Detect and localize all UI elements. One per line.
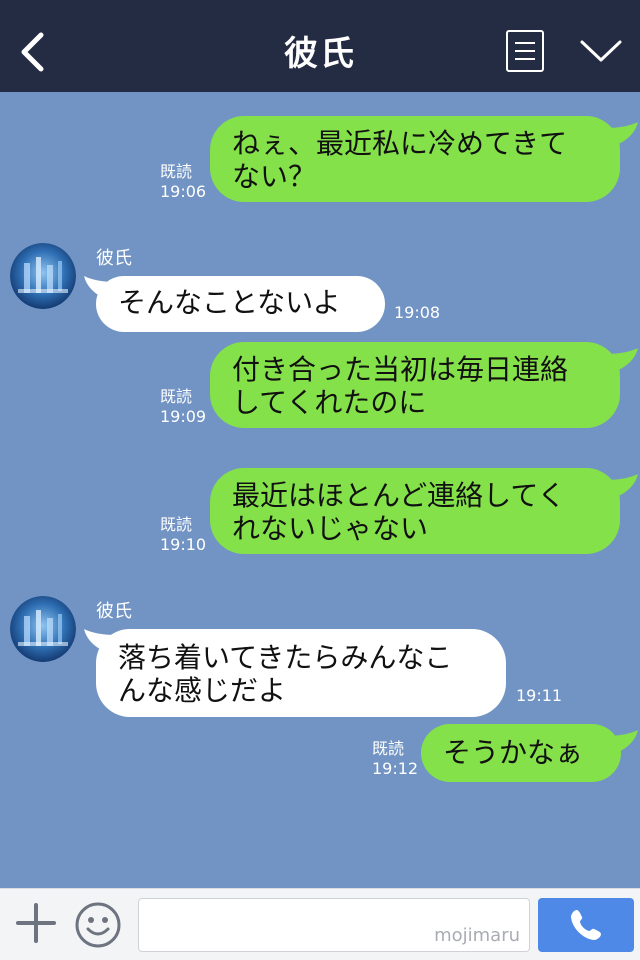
- received-message-bubble[interactable]: 落ち着いてきたらみんなこ んな感じだよ: [96, 629, 506, 717]
- received-message-bubble[interactable]: そんなことないよ: [96, 276, 385, 332]
- read-receipt: 既読: [160, 387, 193, 406]
- read-receipt: 既読: [160, 162, 193, 181]
- smiley-icon: [75, 902, 121, 948]
- read-receipt: 既読: [160, 515, 193, 534]
- read-receipt: 既読: [372, 739, 405, 758]
- menu-line: [515, 50, 535, 52]
- sent-message-bubble[interactable]: ねぇ、最近私に冷めてきて ない？: [210, 116, 620, 202]
- sender-name: 彼氏: [96, 248, 132, 269]
- bubble-tail: [606, 348, 638, 372]
- message-text: ねぇ、最近私に冷めてきて ない？: [232, 127, 568, 193]
- bubble-tail: [606, 730, 638, 754]
- chat-title: 彼氏: [284, 34, 356, 74]
- avatar-image: [10, 243, 76, 309]
- menu-line: [515, 58, 535, 60]
- message-meta: 既読 19:12: [372, 739, 418, 779]
- message-time: 19:09: [160, 407, 207, 426]
- back-button[interactable]: [14, 30, 50, 74]
- message-meta: 既読 19:10: [160, 515, 206, 555]
- avatar-image: [10, 596, 76, 662]
- chevron-down-icon: [580, 40, 622, 62]
- sent-message-bubble[interactable]: そうかなぁ: [421, 724, 621, 782]
- chevron-left-icon: [21, 32, 44, 72]
- menu-line: [515, 42, 535, 44]
- collapse-button[interactable]: [578, 36, 624, 66]
- message-text: そんなことないよ: [118, 286, 341, 319]
- message-text: 付き合った当初は毎日連絡 してくれたのに: [232, 353, 569, 419]
- watermark: mojimaru: [434, 925, 520, 946]
- add-button[interactable]: [14, 901, 58, 945]
- bubble-tail: [606, 474, 638, 498]
- message-time: 19:12: [372, 759, 419, 778]
- menu-button[interactable]: [506, 30, 544, 72]
- sent-message-bubble[interactable]: 付き合った当初は毎日連絡 してくれたのに: [210, 342, 620, 428]
- avatar[interactable]: [10, 243, 76, 309]
- message-text: 落ち着いてきたらみんなこ んな感じだよ: [118, 641, 453, 707]
- emoji-button[interactable]: [74, 901, 122, 949]
- sender-name: 彼氏: [96, 601, 132, 622]
- plus-icon: [16, 903, 56, 943]
- bubble-tail: [606, 122, 638, 146]
- message-text: 最近はほとんど連絡してく れないじゃない: [232, 479, 566, 545]
- sent-message-bubble[interactable]: 最近はほとんど連絡してく れないじゃない: [210, 468, 620, 554]
- message-time: 19:10: [160, 535, 207, 554]
- avatar[interactable]: [10, 596, 76, 662]
- chat-area[interactable]: 既読 19:06 ねぇ、最近私に冷めてきて ない？ 彼氏 そんなことないよ 19…: [0, 92, 640, 888]
- message-input-bar: mojimaru: [0, 888, 640, 960]
- phone-icon: [571, 910, 601, 940]
- message-text: そうかなぁ: [443, 736, 584, 769]
- message-time: 19:08: [394, 303, 441, 322]
- chat-header: 彼氏: [0, 0, 640, 92]
- message-meta: 既読 19:09: [160, 387, 206, 427]
- message-meta: 既読 19:06: [160, 162, 206, 202]
- message-time: 19:11: [516, 686, 563, 705]
- call-button[interactable]: [538, 898, 634, 952]
- message-time: 19:06: [160, 182, 207, 201]
